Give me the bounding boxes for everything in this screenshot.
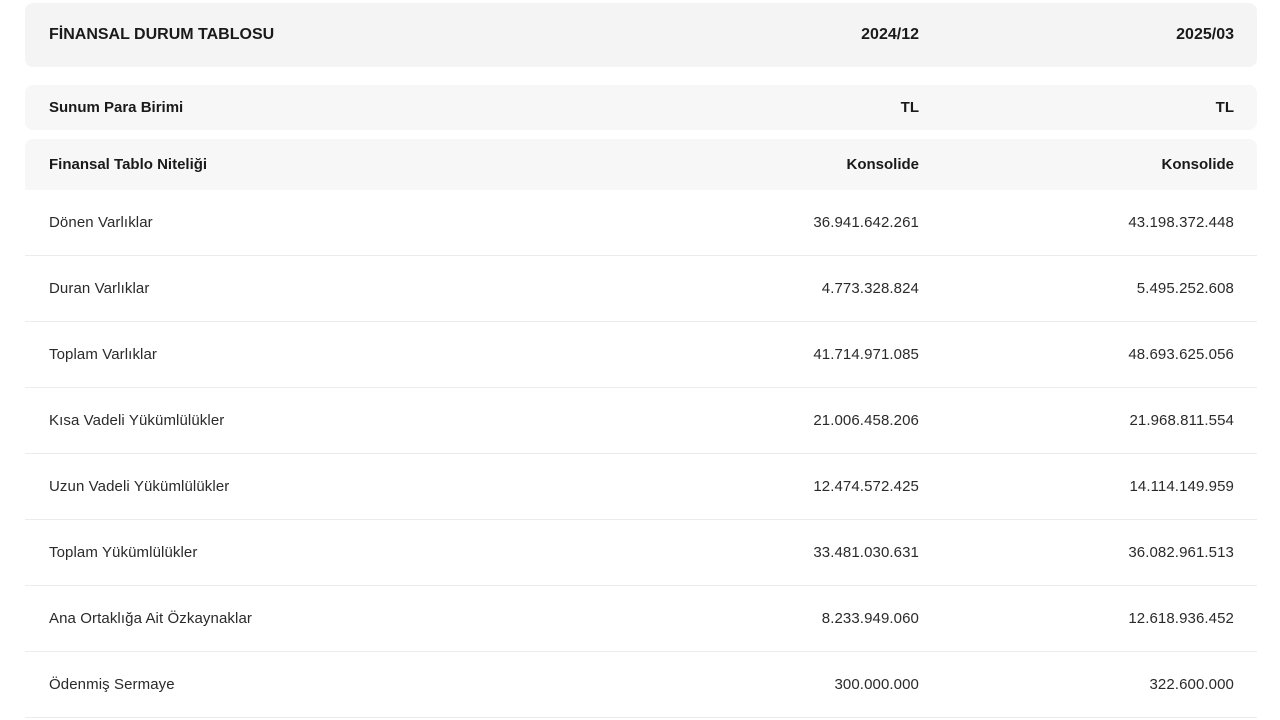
row-value-1: 12.474.572.425 xyxy=(813,478,919,495)
table-row: Toplam Yükümlülükler 33.481.030.631 36.0… xyxy=(25,520,1257,586)
row-value-1: 33.481.030.631 xyxy=(813,544,919,561)
row-value-2: 43.198.372.448 xyxy=(1128,214,1234,231)
row-value-1: 41.714.971.085 xyxy=(813,346,919,363)
row-value-2: 322.600.000 xyxy=(1149,676,1234,693)
row-value-1: 4.773.328.824 xyxy=(821,280,919,297)
period-header-2: 2025/03 xyxy=(1176,26,1234,43)
row-label: Toplam Yükümlülükler xyxy=(49,544,198,561)
table-row: Toplam Varlıklar 41.714.971.085 48.693.6… xyxy=(25,322,1257,388)
row-label: Toplam Varlıklar xyxy=(49,346,158,363)
row-label: Uzun Vadeli Yükümlülükler xyxy=(49,478,230,495)
row-label: Kısa Vadeli Yükümlülükler xyxy=(49,412,225,429)
period-header-1: 2024/12 xyxy=(861,26,919,43)
row-value-2: 5.495.252.608 xyxy=(1136,280,1234,297)
table-row: Kısa Vadeli Yükümlülükler 21.006.458.206… xyxy=(25,388,1257,454)
row-label: Ana Ortaklığa Ait Özkaynaklar xyxy=(49,610,252,627)
table-row: Ana Ortaklığa Ait Özkaynaklar 8.233.949.… xyxy=(25,586,1257,652)
currency-label: Sunum Para Birimi xyxy=(49,99,184,116)
row-value-2: 12.618.936.452 xyxy=(1128,610,1234,627)
table-row: Dönen Varlıklar 36.941.642.261 43.198.37… xyxy=(25,190,1257,256)
table-title: FİNANSAL DURUM TABLOSU xyxy=(49,26,275,43)
row-value-1: 300.000.000 xyxy=(834,676,919,693)
statement-type-row: Finansal Tablo Niteliği Konsolide Konsol… xyxy=(25,139,1257,190)
row-value-1: 21.006.458.206 xyxy=(813,412,919,429)
statement-type-value-1: Konsolide xyxy=(846,156,919,173)
table-row: Duran Varlıklar 4.773.328.824 5.495.252.… xyxy=(25,256,1257,322)
row-value-1: 8.233.949.060 xyxy=(821,610,919,627)
row-label: Duran Varlıklar xyxy=(49,280,150,297)
currency-value-2: TL xyxy=(1215,99,1234,116)
table-row: Ödenmiş Sermaye 300.000.000 322.600.000 xyxy=(25,652,1257,718)
row-label: Dönen Varlıklar xyxy=(49,214,153,231)
financial-position-table: FİNANSAL DURUM TABLOSU 2024/12 2025/03 S… xyxy=(25,3,1257,718)
row-value-2: 14.114.149.959 xyxy=(1129,478,1234,495)
table-row: Uzun Vadeli Yükümlülükler 12.474.572.425… xyxy=(25,454,1257,520)
row-value-2: 48.693.625.056 xyxy=(1128,346,1234,363)
table-header: FİNANSAL DURUM TABLOSU 2024/12 2025/03 xyxy=(25,3,1257,67)
statement-type-label: Finansal Tablo Niteliği xyxy=(49,156,208,173)
row-value-2: 21.968.811.554 xyxy=(1129,412,1234,429)
currency-row: Sunum Para Birimi TL TL xyxy=(25,85,1257,130)
currency-value-1: TL xyxy=(900,99,919,116)
row-label: Ödenmiş Sermaye xyxy=(49,676,175,693)
row-value-1: 36.941.642.261 xyxy=(813,214,919,231)
statement-type-value-2: Konsolide xyxy=(1161,156,1234,173)
row-value-2: 36.082.961.513 xyxy=(1128,544,1234,561)
